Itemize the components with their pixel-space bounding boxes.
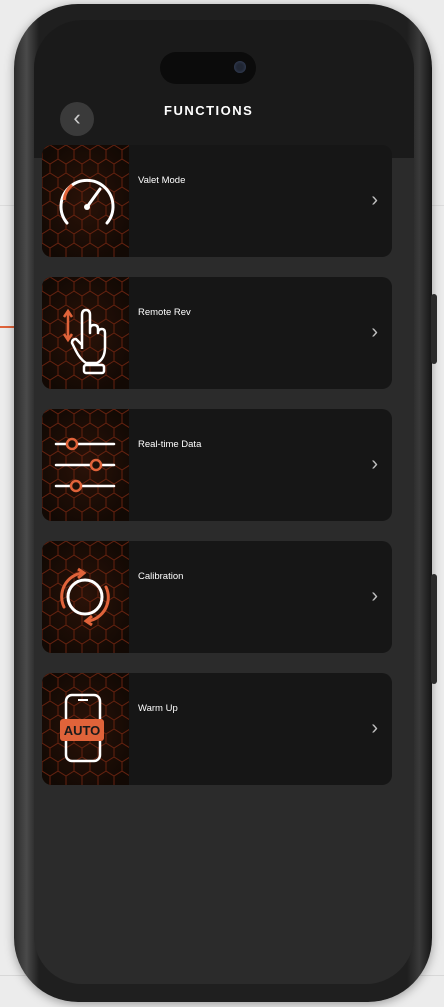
- back-button[interactable]: ‹: [60, 102, 94, 136]
- function-icon-tile: [42, 145, 129, 257]
- function-icon-tile: [42, 541, 129, 653]
- phone-screen: ‹ FUNCTIONS Valet Mode › Remote Rev › Re…: [34, 20, 414, 984]
- sliders-icon: [54, 437, 116, 493]
- hand-tap-icon: [62, 308, 107, 375]
- function-card-valet-mode[interactable]: Valet Mode ›: [42, 145, 392, 257]
- svg-text:AUTO: AUTO: [64, 723, 101, 738]
- speedometer-icon: [59, 178, 115, 225]
- calibration-icon: [60, 567, 110, 627]
- function-icon-tile: [42, 277, 129, 389]
- function-label: Calibration: [138, 571, 184, 582]
- function-card-real-time-data[interactable]: Real-time Data ›: [42, 409, 392, 521]
- side-button: [431, 574, 437, 684]
- chevron-right-icon: ›: [371, 189, 378, 211]
- chevron-right-icon: ›: [371, 321, 378, 343]
- phone-frame: ‹ FUNCTIONS Valet Mode › Remote Rev › Re…: [14, 4, 437, 1002]
- function-label: Valet Mode: [138, 175, 186, 186]
- function-card-remote-rev[interactable]: Remote Rev ›: [42, 277, 392, 389]
- function-label: Real-time Data: [138, 439, 202, 450]
- function-card-calibration[interactable]: Calibration ›: [42, 541, 392, 653]
- function-icon-tile: AUTO: [42, 673, 129, 785]
- function-label: Warm Up: [138, 703, 178, 714]
- chevron-left-icon: ‹: [73, 105, 81, 130]
- camera-icon: [234, 61, 246, 73]
- functions-list: Valet Mode › Remote Rev › Real-time Data…: [42, 145, 392, 805]
- chevron-right-icon: ›: [371, 585, 378, 607]
- function-icon-tile: [42, 409, 129, 521]
- function-card-warm-up[interactable]: AUTO Warm Up ›: [42, 673, 392, 785]
- chevron-right-icon: ›: [371, 717, 378, 739]
- side-button: [431, 294, 437, 364]
- auto-phone-icon: AUTO: [60, 693, 104, 763]
- dynamic-island: [160, 52, 256, 84]
- page-title: FUNCTIONS: [164, 103, 254, 118]
- app-header: ‹ FUNCTIONS: [34, 20, 414, 158]
- chevron-right-icon: ›: [371, 453, 378, 475]
- function-label: Remote Rev: [138, 307, 191, 318]
